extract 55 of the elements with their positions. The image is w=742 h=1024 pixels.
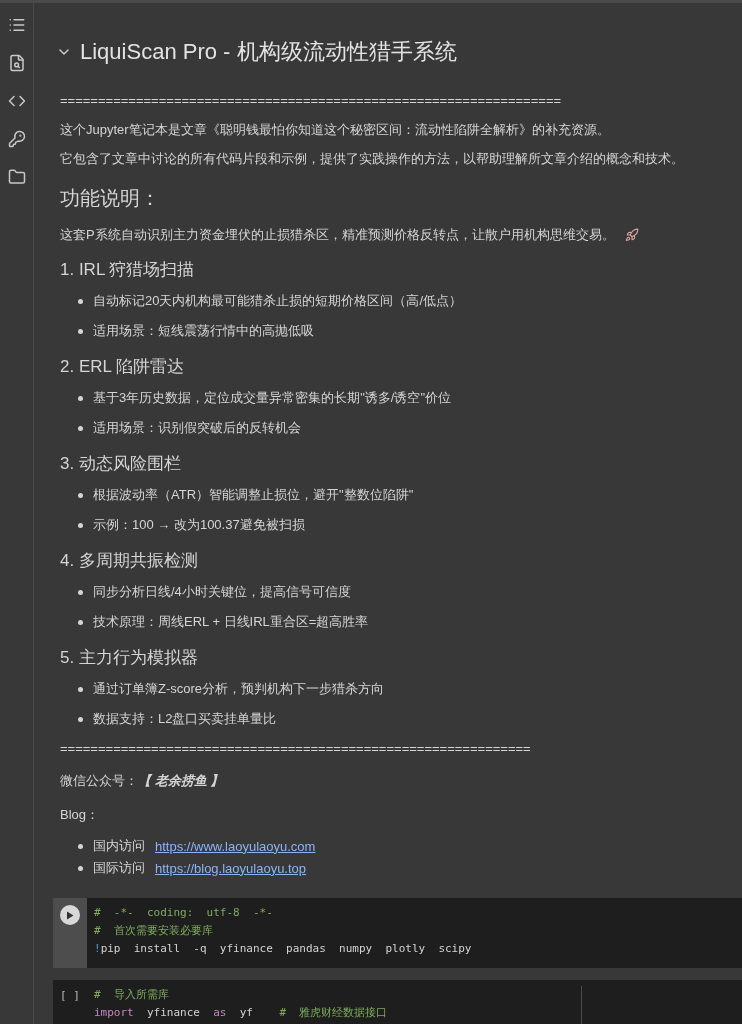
bullet-dot — [78, 686, 83, 692]
blog-link[interactable]: https://www.laoyulaoyu.com — [155, 838, 316, 854]
bullet-dot — [78, 492, 83, 498]
code-line: import yfinance as yf # 雅虎财经数据接口 — [94, 1005, 389, 1021]
bullet-dot — [78, 522, 83, 528]
paragraph: 这个Jupyter笔记本是文章《聪明钱最怕你知道这个秘密区间：流动性陷阱全解析》的补充资源。 — [60, 121, 611, 139]
paragraph: 它包含了文章中讨论的所有代码片段和示例，提供了实践操作的方法，以帮助理解所文章介绍的概念和技术。 — [60, 150, 685, 168]
code-line: # 首次需要安装必要库 — [94, 923, 214, 939]
search-icon[interactable] — [7, 54, 26, 72]
section-heading: 功能说明： — [60, 186, 161, 211]
separator-line: ================================================================== — [60, 92, 563, 110]
feature-heading: 4. 多周期共振检测 — [60, 550, 199, 572]
bullet-text: 基于3年历史数据，定位成交量异常密集的长期"诱多/诱空"价位 — [93, 389, 452, 407]
bullet-text: 示例：100 → 改为100.37避免被扫损 — [93, 516, 305, 534]
bullet-dot — [78, 865, 83, 871]
bullet-text: 自动标记20天内机构最可能猎杀止损的短期价格区间（高/低点） — [93, 292, 463, 310]
blog-label: Blog： — [60, 806, 101, 824]
feature-heading: 2. ERL 陷阱雷达 — [60, 356, 186, 378]
play-icon — [66, 910, 74, 920]
bullet-dot — [78, 298, 83, 304]
bullet-dot — [78, 843, 83, 849]
table-of-contents-icon[interactable] — [7, 16, 26, 34]
folder-icon[interactable] — [7, 168, 26, 186]
code-line: # 导入所需库 — [94, 987, 170, 1003]
code-cell[interactable]: [ ] # 导入所需库 import yfinance as yf # 雅虎财经数据接口 — [53, 980, 742, 1024]
execution-count-label: [ ] — [60, 989, 80, 1003]
rocket-icon — [624, 227, 639, 242]
bullet-dot — [78, 425, 83, 431]
wechat-text: 微信公众号：【 老余捞鱼 】 — [60, 772, 225, 790]
code-cell[interactable]: # -*- coding: utf-8 -*- # 首次需要安装必要库 !pip install -q yfinance pandas numpy plotly scipy — [53, 898, 742, 968]
bullet-dot — [78, 619, 83, 625]
bullet-text: 数据支持：L2盘口买卖挂单量比 — [93, 710, 277, 728]
bullet-dot — [78, 589, 83, 595]
blog-link[interactable]: https://blog.laoyulaoyu.top — [155, 860, 307, 876]
bullet-text: 技术原理：周线ERL + 日线IRL重合区=超高胜率 — [93, 613, 369, 631]
feature-heading: 3. 动态风险围栏 — [60, 453, 182, 475]
feature-heading: 1. IRL 狩猎场扫描 — [60, 259, 196, 281]
bullet-text: 根据波动率（ATR）智能调整止损位，避开"整数位陷阱" — [93, 486, 414, 504]
separator-line: ============================================================== — [60, 740, 532, 758]
bullet-text: 适用场景：识别假突破后的反转机会 — [93, 419, 301, 437]
bullet-dot — [78, 395, 83, 401]
key-icon[interactable] — [7, 130, 26, 148]
code-line: !pip install -q yfinance pandas numpy plotly scipy — [94, 941, 473, 957]
notebook-title: LiquiScan Pro - 机构级流动性猎手系统 — [80, 38, 457, 66]
bullet-dot — [78, 328, 83, 334]
bullet-text: 国内访问 — [93, 837, 145, 855]
bullet-text: 通过订单簿Z-score分析，预判机构下一步猎杀方向 — [93, 680, 385, 698]
feature-heading: 5. 主力行为模拟器 — [60, 647, 199, 669]
code-line: # -*- coding: utf-8 -*- — [94, 905, 274, 921]
bullet-text: 同步分析日线/4小时关键位，提高信号可信度 — [93, 583, 351, 601]
bullet-dot — [78, 716, 83, 722]
paragraph: 这套P系统自动识别主力资金埋伏的止损猎杀区，精准预测价格反转点，让散户用机构思维交易。 — [60, 226, 615, 244]
bullet-text: 适用场景：短线震荡行情中的高抛低吸 — [93, 322, 314, 340]
bullet-text: 国际访问 — [93, 859, 145, 877]
run-button[interactable] — [60, 905, 80, 925]
